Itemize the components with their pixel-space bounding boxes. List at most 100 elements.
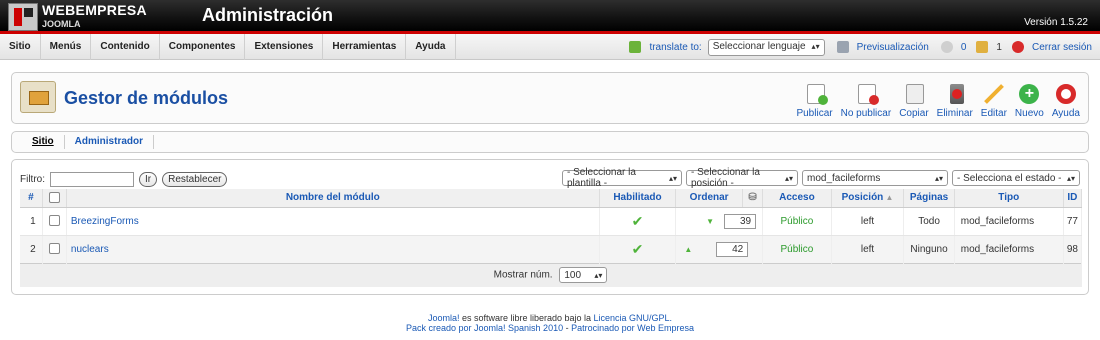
row-checkbox[interactable] bbox=[48, 215, 60, 227]
delete-icon bbox=[949, 84, 964, 104]
reset-button[interactable]: Restablecer bbox=[162, 172, 228, 187]
type-value: mod_facileforms bbox=[954, 207, 1064, 236]
col-save-order: ⛁ bbox=[742, 189, 764, 208]
menu-componentes[interactable]: Componentes bbox=[160, 34, 246, 60]
copy-icon bbox=[905, 84, 924, 104]
pages-value: Ninguno bbox=[903, 235, 955, 263]
help-button[interactable]: Ayuda bbox=[1048, 79, 1084, 119]
unpublish-icon bbox=[857, 84, 879, 105]
page-footer: Joomla! es software libre liberado bajo … bbox=[0, 313, 1100, 333]
col-order[interactable]: Ordenar bbox=[675, 189, 743, 208]
menu-menus[interactable]: Menús bbox=[41, 34, 92, 60]
col-id[interactable]: ID bbox=[1063, 189, 1083, 208]
modules-panel: Filtro: Ir Restablecer - Seleccionar la … bbox=[11, 159, 1089, 295]
menu-sitio[interactable]: Sitio bbox=[0, 34, 41, 60]
col-name[interactable]: Nombre del módulo bbox=[66, 189, 600, 208]
menu-contenido[interactable]: Contenido bbox=[91, 34, 160, 60]
col-enabled[interactable]: Habilitado bbox=[599, 189, 677, 208]
position-select[interactable]: - Seleccionar la posición - ▴▾ bbox=[686, 167, 798, 189]
enabled-check-icon[interactable]: ✔ bbox=[632, 241, 644, 257]
license-link[interactable]: Licencia GNU/GPL. bbox=[594, 313, 673, 323]
new-icon: + bbox=[1019, 84, 1040, 104]
state-select[interactable]: - Selecciona el estado - ▴▾ bbox=[952, 170, 1080, 186]
col-position[interactable]: Posición ▲ bbox=[831, 189, 905, 208]
table-row: 1 BreezingForms ✔ ▼ 39 Público left Todo … bbox=[20, 207, 1083, 236]
page-title: Gestor de módulos bbox=[64, 88, 229, 108]
position-value: left bbox=[831, 235, 905, 263]
joomla-link[interactable]: Joomla! bbox=[428, 313, 460, 323]
row-number: 2 bbox=[20, 235, 43, 263]
module-name-link[interactable]: BreezingForms bbox=[66, 207, 600, 236]
type-value: mod_facileforms bbox=[954, 235, 1064, 263]
footer-separator: - bbox=[563, 323, 572, 333]
pagination-footer: Mostrar núm. 100 ▴▾ bbox=[20, 262, 1082, 287]
translate-label: translate to: bbox=[649, 41, 702, 53]
client-subnav: Sitio Administrador bbox=[11, 131, 1089, 153]
order-input[interactable]: 42 bbox=[716, 241, 749, 257]
edit-button[interactable]: Editar bbox=[977, 79, 1011, 119]
col-type[interactable]: Tipo bbox=[954, 189, 1064, 208]
position-value: left bbox=[831, 207, 905, 236]
version-label: Versión 1.5.22 bbox=[1024, 17, 1088, 28]
toolbar-box: Gestor de módulos Publicar No publicar C… bbox=[11, 72, 1089, 124]
edit-icon bbox=[983, 82, 1005, 104]
module-name-link[interactable]: nuclears bbox=[66, 235, 600, 263]
col-access[interactable]: Acceso bbox=[762, 189, 832, 208]
row-number: 1 bbox=[20, 207, 43, 236]
col-pages[interactable]: Páginas bbox=[903, 189, 955, 208]
preview-link[interactable]: Previsualización bbox=[857, 42, 929, 53]
messages-icon bbox=[940, 41, 953, 53]
pages-value: Todo bbox=[903, 207, 955, 236]
logout-icon bbox=[1011, 41, 1024, 53]
show-count-select[interactable]: 100 ▴▾ bbox=[559, 267, 608, 284]
col-select-all bbox=[42, 189, 67, 208]
access-value[interactable]: Público bbox=[762, 235, 832, 263]
menu-herramientas[interactable]: Herramientas bbox=[323, 34, 407, 60]
publish-icon bbox=[806, 84, 828, 105]
messages-count[interactable]: 0 bbox=[961, 42, 967, 53]
publish-button[interactable]: Publicar bbox=[792, 79, 836, 119]
order-input[interactable]: 39 bbox=[724, 213, 757, 229]
logout-link[interactable]: Cerrar sesión bbox=[1032, 42, 1092, 53]
delete-button[interactable]: Eliminar bbox=[933, 79, 977, 119]
module-manager-icon bbox=[20, 81, 56, 113]
copy-button[interactable]: Copiar bbox=[895, 79, 932, 119]
table-row: 2 nuclears ✔ ▲ 42 Público left Ninguno mo… bbox=[20, 235, 1083, 263]
go-button[interactable]: Ir bbox=[139, 172, 158, 187]
template-select[interactable]: - Seleccionar la plantilla - ▴▾ bbox=[562, 167, 682, 189]
users-icon bbox=[976, 41, 989, 53]
tab-administrador[interactable]: Administrador bbox=[65, 135, 155, 149]
enabled-check-icon[interactable]: ✔ bbox=[632, 213, 644, 229]
filter-input[interactable] bbox=[50, 172, 134, 187]
unpublish-button[interactable]: No publicar bbox=[837, 79, 896, 119]
brand-name: WEBEMPRESA bbox=[42, 2, 147, 18]
top-header: WEBEMPRESA JOOMLA Administración Versión… bbox=[0, 0, 1100, 34]
footer-text-1: es software libre liberado bajo la bbox=[459, 313, 594, 323]
users-count: 1 bbox=[996, 41, 1002, 53]
webempresa-link[interactable]: Patrocinado por Web Empresa bbox=[571, 323, 694, 333]
id-value: 98 bbox=[1063, 235, 1083, 263]
access-value[interactable]: Público bbox=[762, 207, 832, 236]
new-button[interactable]: + Nuevo bbox=[1011, 79, 1048, 119]
row-checkbox[interactable] bbox=[48, 243, 60, 255]
col-num: # bbox=[20, 189, 43, 208]
brand-subtitle: JOOMLA bbox=[42, 19, 81, 29]
language-select[interactable]: Seleccionar lenguaje ▴▾ bbox=[707, 38, 825, 56]
modules-table: # Nombre del módulo Habilitado Ordenar ⛁… bbox=[20, 189, 1083, 287]
save-order-icon[interactable]: ⛁ bbox=[748, 192, 756, 203]
preview-icon bbox=[836, 41, 849, 53]
select-all-checkbox[interactable] bbox=[48, 192, 60, 204]
show-count-label: Mostrar núm. bbox=[493, 269, 553, 281]
translate-icon bbox=[629, 41, 642, 53]
move-up-icon[interactable]: ▲ bbox=[684, 245, 692, 254]
menu-extensiones[interactable]: Extensiones bbox=[245, 34, 324, 60]
main-menu-bar: Sitio Menús Contenido Componentes Extens… bbox=[0, 34, 1100, 60]
type-select[interactable]: mod_facileforms ▴▾ bbox=[802, 170, 948, 186]
tab-sitio[interactable]: Sitio bbox=[22, 135, 65, 149]
move-down-icon[interactable]: ▼ bbox=[706, 217, 714, 226]
webempresa-logo bbox=[8, 3, 38, 31]
filter-label: Filtro: bbox=[20, 174, 45, 185]
spanish-pack-link[interactable]: Pack creado por Joomla! Spanish 2010 bbox=[406, 323, 563, 333]
menu-ayuda[interactable]: Ayuda bbox=[406, 34, 456, 60]
admin-title: Administración bbox=[202, 5, 334, 25]
